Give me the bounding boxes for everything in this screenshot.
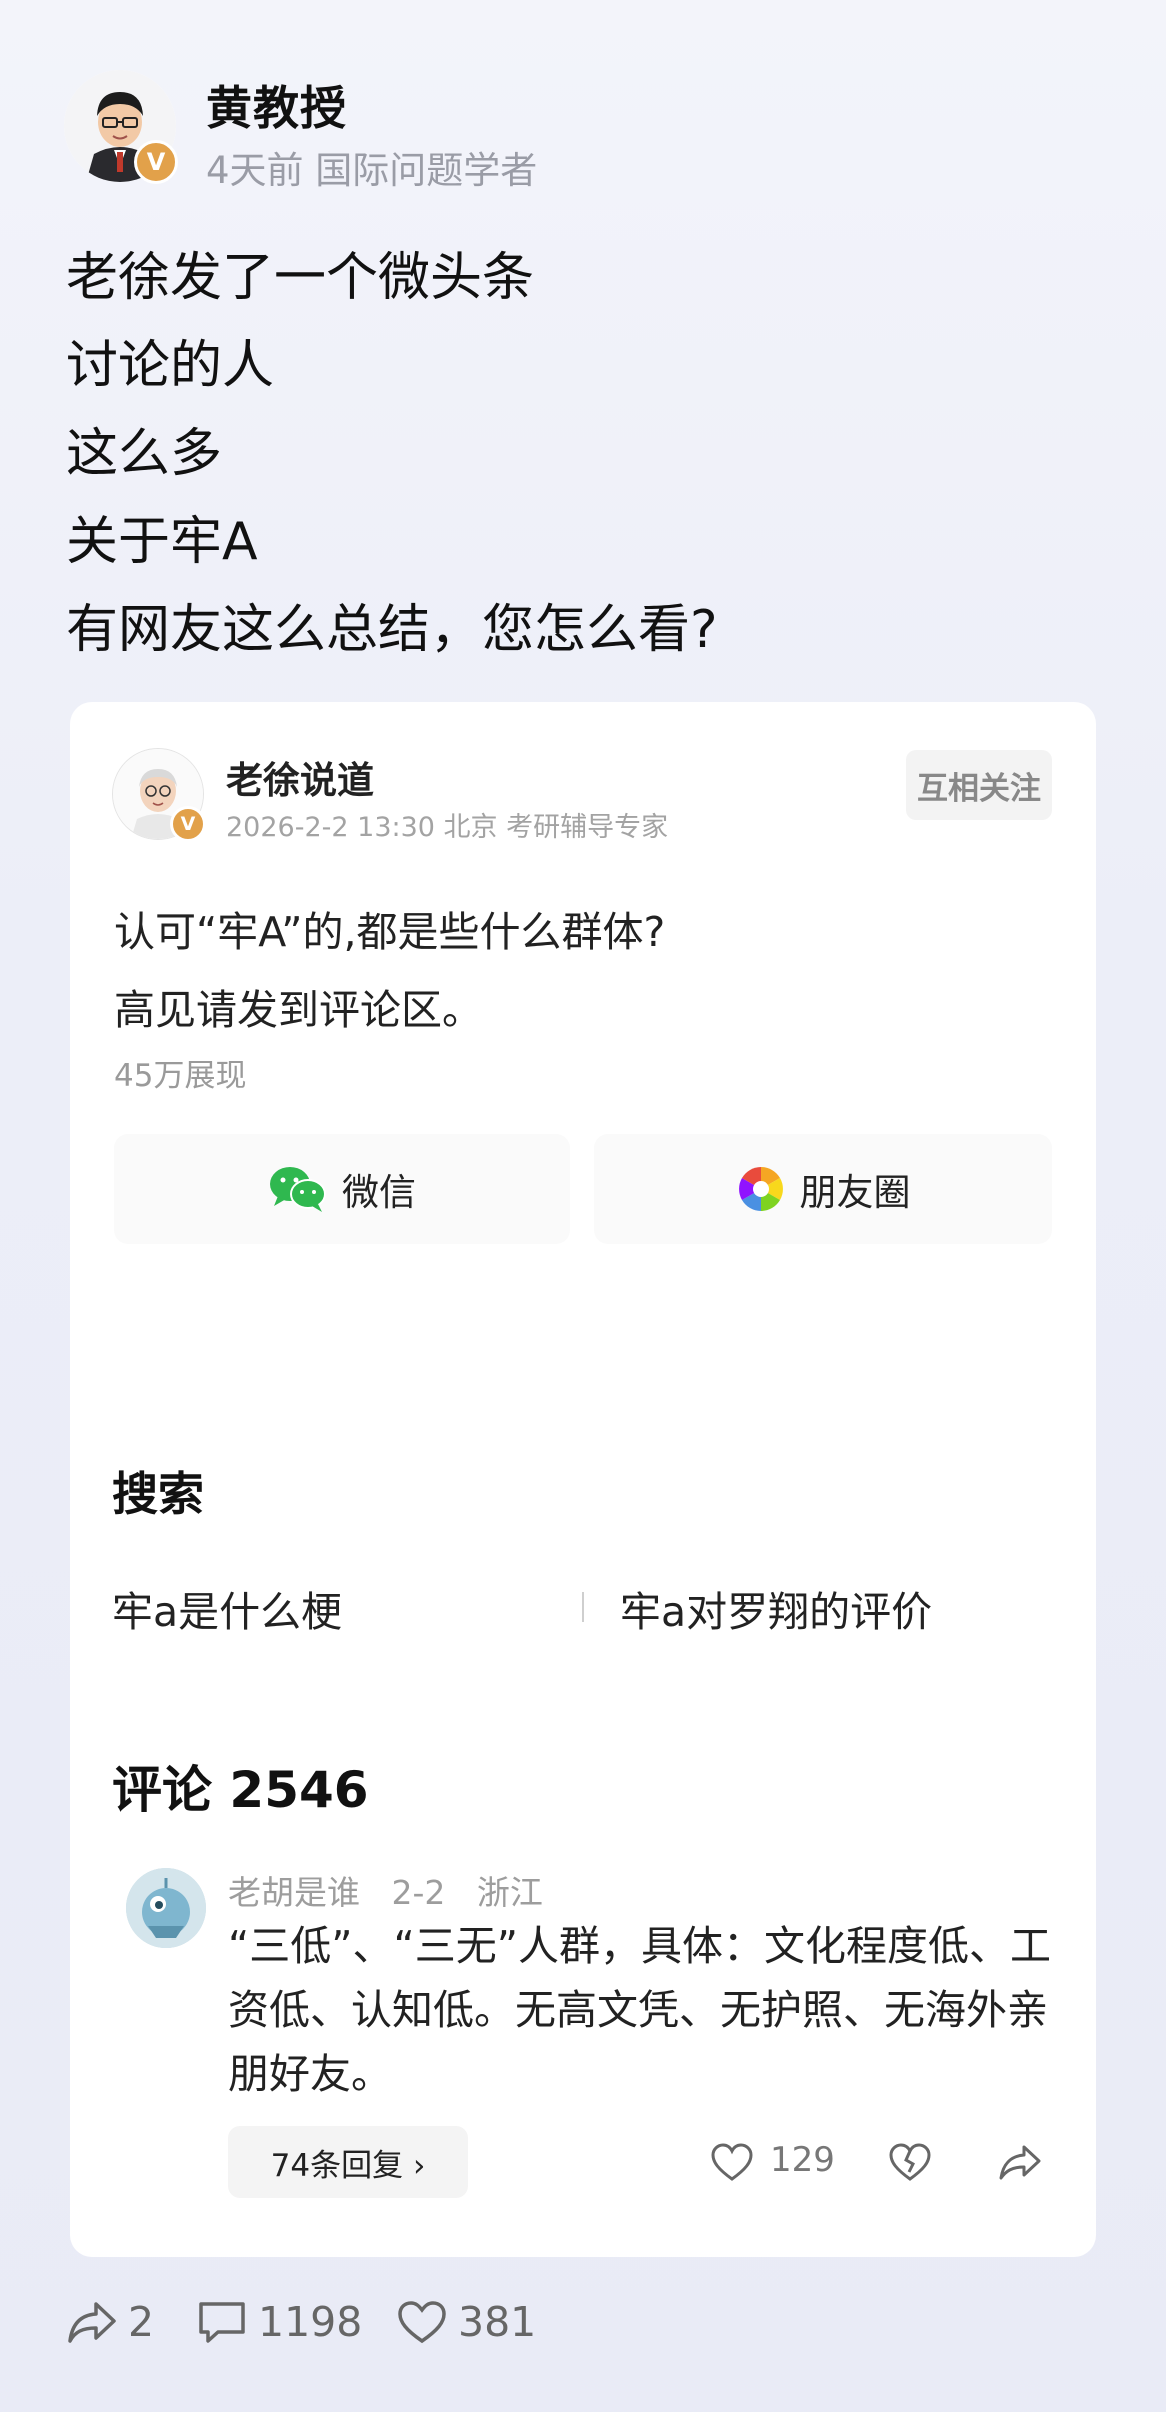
comment-count: 1198 xyxy=(258,2298,363,2346)
like-count: 381 xyxy=(458,2298,537,2346)
heart-icon xyxy=(398,2301,446,2344)
view-replies-button[interactable]: 74条回复 › xyxy=(228,2126,468,2198)
share-moments-label: 朋友圈 xyxy=(799,1171,911,1214)
quoted-post-card[interactable]: V 老徐说道 2026-2-2 13:30 北京 考研辅导专家 互相关注 认可“… xyxy=(70,702,1096,2257)
mutual-follow-button[interactable]: 互相关注 xyxy=(906,750,1052,820)
moments-icon xyxy=(736,1164,786,1214)
comment-action[interactable]: 1198 xyxy=(196,2298,362,2346)
comment-like-count: 129 xyxy=(770,2140,835,2180)
post-text-line: 老徐发了一个微头条 xyxy=(66,248,535,308)
card-author-meta: 2026-2-2 13:30 北京 考研辅导专家 xyxy=(226,812,669,843)
repost-action[interactable]: 2 xyxy=(66,2298,154,2346)
share-icon[interactable] xyxy=(998,2142,1042,2186)
broken-heart-icon[interactable] xyxy=(888,2142,932,2186)
search-suggestion[interactable]: 牢a是什么梗 xyxy=(112,1578,342,1638)
views-count: 45万展现 xyxy=(114,1058,247,1094)
card-question-line: 认可“牢A”的,都是些什么群体? xyxy=(114,908,666,956)
comment-meta: 老胡是谁 2-2 浙江 xyxy=(228,1873,543,1912)
repost-count: 2 xyxy=(128,2298,155,2346)
card-author-name[interactable]: 老徐说道 xyxy=(226,750,374,804)
search-section-heading: 搜索 xyxy=(112,1467,204,1521)
avatar-illustration xyxy=(126,1868,206,1948)
comments-heading: 评论 2546 xyxy=(112,1761,369,1819)
search-suggestion[interactable]: 牢a对罗翔的评价 xyxy=(620,1578,932,1638)
post-text-line: 有网友这么总结，您怎么看? xyxy=(66,600,718,660)
comment-icon xyxy=(199,2302,245,2343)
author-name[interactable]: 黄教授 xyxy=(206,72,347,138)
post-text-line: 讨论的人 xyxy=(66,336,275,396)
commenter-avatar[interactable] xyxy=(126,1868,206,1948)
verified-badge-icon: V xyxy=(170,806,206,842)
verified-badge-icon: V xyxy=(134,140,178,184)
wechat-icon xyxy=(268,1164,328,1214)
divider xyxy=(582,1592,584,1622)
post-text-line: 关于牢A xyxy=(66,512,258,572)
comment-body: “三低”、“三无”人群，具体：文化程度低、工资低、认知低。无高文凭、无护照、无海… xyxy=(228,1922,1051,2098)
share-moments-button[interactable]: 朋友圈 xyxy=(594,1134,1052,1244)
like-action[interactable]: 381 xyxy=(396,2298,536,2346)
author-meta: 4天前 国际问题学者 xyxy=(206,149,538,192)
heart-icon[interactable] xyxy=(710,2142,754,2186)
share-wechat-button[interactable]: 微信 xyxy=(114,1134,570,1244)
post-text-line: 这么多 xyxy=(66,424,223,484)
repost-icon xyxy=(68,2302,116,2343)
share-wechat-label: 微信 xyxy=(342,1171,416,1214)
card-question-line: 高见请发到评论区。 xyxy=(114,986,483,1034)
